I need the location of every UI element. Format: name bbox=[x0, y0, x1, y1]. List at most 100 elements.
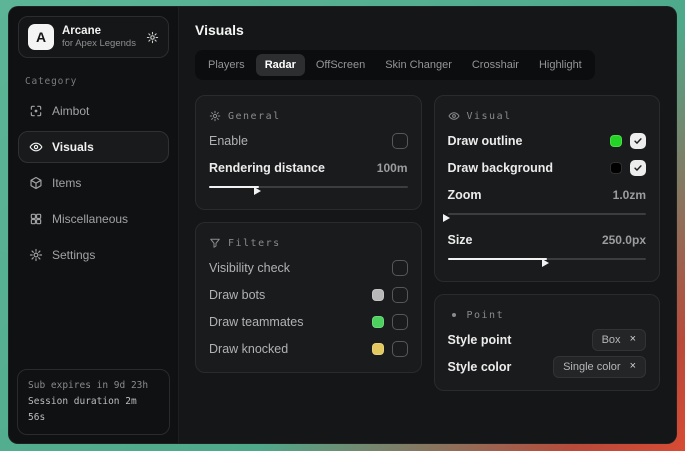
slider-thumb[interactable] bbox=[443, 214, 450, 222]
setting-row-size: Size 250.0px bbox=[448, 226, 647, 253]
tab-crosshair[interactable]: Crosshair bbox=[463, 54, 528, 76]
setting-label: Enable bbox=[209, 134, 248, 148]
sidebar: A Arcane for Apex Legends Category Aimbo bbox=[9, 7, 179, 443]
sidebar-item-miscellaneous[interactable]: Miscellaneous bbox=[18, 203, 169, 235]
color-swatch[interactable] bbox=[610, 162, 622, 174]
setting-value: 250.0px bbox=[602, 233, 646, 247]
style-point-tag[interactable]: Box × bbox=[592, 329, 646, 351]
slider-thumb[interactable] bbox=[254, 187, 261, 195]
color-swatch[interactable] bbox=[372, 316, 384, 328]
setting-label: Draw background bbox=[448, 161, 554, 175]
setting-label: Draw outline bbox=[448, 134, 523, 148]
tag-label: Box bbox=[602, 334, 621, 346]
tab-players[interactable]: Players bbox=[199, 54, 254, 76]
setting-label: Style point bbox=[448, 333, 512, 347]
eye-icon bbox=[448, 110, 460, 122]
setting-label: Draw bots bbox=[209, 288, 265, 302]
setting-label: Draw knocked bbox=[209, 342, 288, 356]
setting-row-enable: Enable bbox=[209, 127, 408, 154]
grid-icon bbox=[29, 212, 43, 226]
subscription-info: Sub expires in 9d 23h Session duration 2… bbox=[17, 369, 170, 435]
setting-label: Size bbox=[448, 233, 473, 247]
sidebar-item-label: Items bbox=[52, 176, 81, 190]
app-window: A Arcane for Apex Legends Category Aimbo bbox=[8, 6, 677, 444]
setting-row-zoom: Zoom 1.0zm bbox=[448, 181, 647, 208]
category-label: Category bbox=[25, 76, 162, 87]
draw-teammates-checkbox[interactable] bbox=[392, 314, 408, 330]
app-name: Arcane bbox=[62, 24, 136, 38]
panel-title: Visual bbox=[467, 111, 512, 122]
check-icon bbox=[633, 163, 643, 173]
setting-label: Visibility check bbox=[209, 261, 290, 275]
close-icon[interactable]: × bbox=[630, 334, 636, 345]
funnel-icon bbox=[209, 237, 221, 249]
filters-panel: Filters Visibility check Draw bots bbox=[195, 222, 422, 373]
sidebar-item-visuals[interactable]: Visuals bbox=[18, 131, 169, 163]
tab-radar[interactable]: Radar bbox=[256, 54, 305, 76]
sidebar-item-label: Settings bbox=[52, 248, 95, 262]
tab-offscreen[interactable]: OffScreen bbox=[307, 54, 374, 76]
color-swatch[interactable] bbox=[372, 343, 384, 355]
tab-skin-changer[interactable]: Skin Changer bbox=[376, 54, 461, 76]
sidebar-item-label: Aimbot bbox=[52, 104, 89, 118]
sidebar-item-items[interactable]: Items bbox=[18, 167, 169, 199]
general-panel: General Enable Rendering distance 100m bbox=[195, 95, 422, 210]
sidebar-item-label: Miscellaneous bbox=[52, 212, 128, 226]
content-area: General Enable Rendering distance 100m bbox=[195, 95, 660, 391]
app-header: A Arcane for Apex Legends bbox=[18, 16, 169, 58]
panel-title: Point bbox=[467, 310, 505, 321]
setting-value: 1.0zm bbox=[613, 188, 646, 202]
panel-title: Filters bbox=[228, 238, 281, 249]
setting-label: Draw teammates bbox=[209, 315, 303, 329]
dot-icon bbox=[448, 309, 460, 321]
sidebar-item-label: Visuals bbox=[52, 140, 94, 154]
draw-bots-checkbox[interactable] bbox=[392, 287, 408, 303]
setting-row-visibility-check: Visibility check bbox=[209, 254, 408, 281]
gear-icon bbox=[209, 110, 221, 122]
app-subtitle: for Apex Legends bbox=[62, 38, 136, 50]
gear-icon[interactable] bbox=[146, 31, 159, 44]
eye-icon bbox=[29, 140, 43, 154]
close-icon[interactable]: × bbox=[630, 361, 636, 372]
setting-row-rendering-distance: Rendering distance 100m bbox=[209, 154, 408, 181]
app-logo: A bbox=[28, 24, 54, 50]
cube-icon bbox=[29, 176, 43, 190]
setting-row-draw-outline: Draw outline bbox=[448, 127, 647, 154]
rendering-distance-slider[interactable] bbox=[209, 182, 408, 192]
setting-row-draw-knocked: Draw knocked bbox=[209, 335, 408, 362]
color-swatch[interactable] bbox=[372, 289, 384, 301]
setting-label: Style color bbox=[448, 360, 512, 374]
tag-label: Single color bbox=[563, 361, 620, 373]
main-panel: Visuals Players Radar OffScreen Skin Cha… bbox=[179, 7, 676, 443]
check-icon bbox=[633, 136, 643, 146]
sub-expires-text: Sub expires in 9d 23h bbox=[28, 378, 159, 394]
session-duration-text: Session duration 2m 56s bbox=[28, 394, 159, 426]
setting-label: Zoom bbox=[448, 188, 482, 202]
setting-row-style-point: Style point Box × bbox=[448, 326, 647, 353]
point-panel: Point Style point Box × Style color Sing… bbox=[434, 294, 661, 391]
setting-row-draw-bots: Draw bots bbox=[209, 281, 408, 308]
setting-label: Rendering distance bbox=[209, 161, 325, 175]
draw-outline-checkbox[interactable] bbox=[630, 133, 646, 149]
zoom-slider[interactable] bbox=[448, 209, 647, 219]
style-color-tag[interactable]: Single color × bbox=[553, 356, 646, 378]
scan-icon bbox=[29, 104, 43, 118]
setting-value: 100m bbox=[377, 161, 408, 175]
setting-row-draw-background: Draw background bbox=[448, 154, 647, 181]
color-swatch[interactable] bbox=[610, 135, 622, 147]
gear-icon bbox=[29, 248, 43, 262]
page-title: Visuals bbox=[195, 22, 660, 38]
sidebar-item-settings[interactable]: Settings bbox=[18, 239, 169, 271]
sidebar-item-aimbot[interactable]: Aimbot bbox=[18, 95, 169, 127]
tab-highlight[interactable]: Highlight bbox=[530, 54, 591, 76]
enable-checkbox[interactable] bbox=[392, 133, 408, 149]
tab-bar: Players Radar OffScreen Skin Changer Cro… bbox=[195, 50, 595, 80]
size-slider[interactable] bbox=[448, 254, 647, 264]
draw-background-checkbox[interactable] bbox=[630, 160, 646, 176]
visibility-check-checkbox[interactable] bbox=[392, 260, 408, 276]
panel-title: General bbox=[228, 111, 281, 122]
setting-row-style-color: Style color Single color × bbox=[448, 353, 647, 380]
visual-panel: Visual Draw outline Draw background bbox=[434, 95, 661, 282]
draw-knocked-checkbox[interactable] bbox=[392, 341, 408, 357]
slider-thumb[interactable] bbox=[542, 259, 549, 267]
